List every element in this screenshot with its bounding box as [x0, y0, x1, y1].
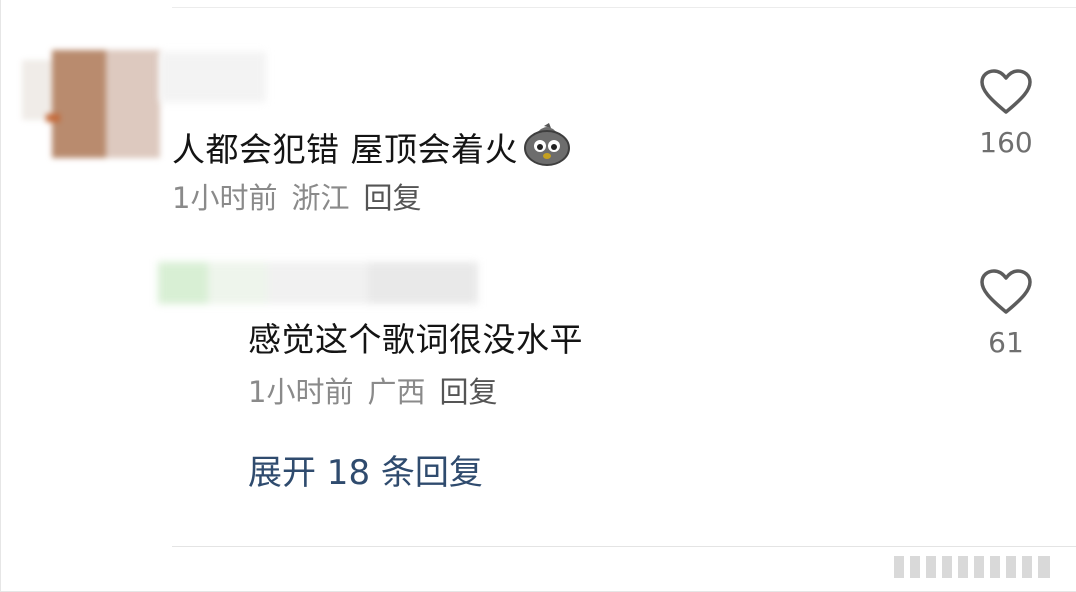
reply-button[interactable]: 回复	[439, 375, 497, 409]
like-count: 160	[979, 126, 1033, 159]
divider	[172, 546, 1076, 547]
divider	[172, 7, 1076, 8]
comment-location: 广西	[367, 375, 426, 409]
comment-text: 人都会犯错 屋顶会着火	[172, 123, 572, 175]
comment-text: 感觉这个歌词很没水平	[248, 320, 583, 359]
comment-location: 浙江	[291, 181, 350, 215]
like-button[interactable]: 160	[966, 68, 1046, 160]
comment-text-content: 人都会犯错 屋顶会着火	[172, 130, 518, 169]
comment-meta: 1小时前 广西 回复	[248, 374, 511, 410]
username-blurred[interactable]	[158, 262, 478, 304]
watermark	[888, 550, 1068, 584]
reply-button[interactable]: 回复	[363, 181, 421, 215]
heart-icon	[980, 269, 1032, 314]
shocked-bird-emoji-icon	[522, 122, 572, 175]
frame-border-left	[0, 0, 1, 592]
comment-meta: 1小时前 浙江 回复	[172, 180, 435, 216]
heart-icon	[980, 69, 1032, 114]
like-count: 61	[988, 326, 1024, 359]
username-blurred[interactable]	[160, 52, 266, 102]
avatar[interactable]	[22, 50, 162, 160]
expand-replies-link[interactable]: 展开 18 条回复	[248, 452, 483, 494]
comment-time: 1小时前	[248, 375, 354, 409]
like-button[interactable]: 61	[966, 268, 1046, 360]
comment-time: 1小时前	[172, 181, 278, 215]
